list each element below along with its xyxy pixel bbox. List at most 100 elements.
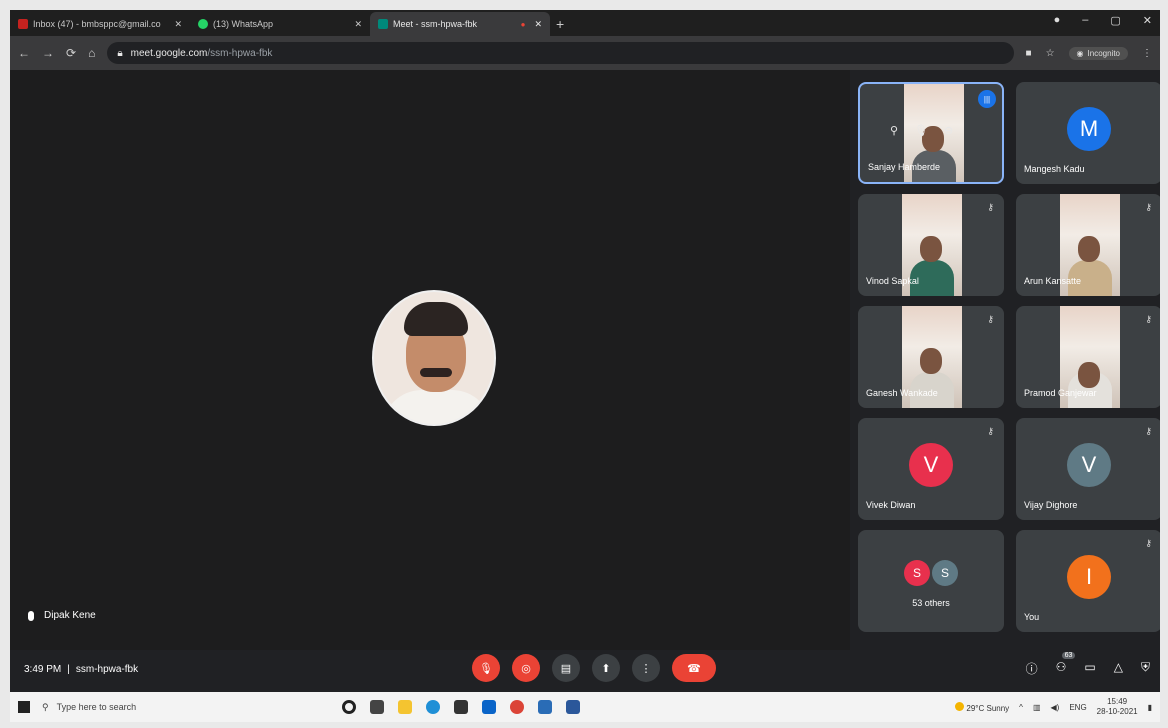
participant-name: Sanjay Hamberde: [868, 162, 941, 172]
present-button[interactable]: ⬆: [592, 654, 620, 682]
participant-tile[interactable]: M Mangesh Kadu: [1016, 82, 1160, 184]
others-tile[interactable]: S S 53 others: [858, 530, 1004, 632]
participant-name: You: [1024, 612, 1040, 622]
meeting-info: 3:49 PM | ssm-hpwa-fbk: [24, 664, 138, 675]
participant-tile[interactable]: ⚷ Vinod Sapkal: [858, 194, 1004, 296]
back-button[interactable]: ←: [18, 46, 30, 60]
url-input[interactable]: 🔒︎ meet.google.com/ssm-hpwa-fbk: [107, 42, 1014, 64]
call-controls: 🎙︎ ◎ ▤ ⬆ ⋮ ☎: [472, 654, 716, 682]
mute-icon[interactable]: 🎙︎: [914, 124, 928, 137]
home-button[interactable]: ⌂: [88, 46, 95, 60]
mic-toggle-button[interactable]: 🎙︎: [472, 654, 500, 682]
tray-chevron-icon[interactable]: ^: [1019, 703, 1023, 712]
maximize-button[interactable]: ▢: [1110, 14, 1120, 27]
meeting-code: ssm-hpwa-fbk: [75, 664, 139, 675]
main-speaker-stage: [10, 70, 850, 650]
volume-icon[interactable]: ◀): [1051, 703, 1060, 712]
chrome-icon[interactable]: [510, 700, 524, 714]
others-avatars: S S: [903, 560, 959, 586]
mail-icon[interactable]: [482, 700, 496, 714]
info-icon[interactable]: ⓘ: [1026, 660, 1038, 677]
participant-avatar: S: [904, 560, 930, 586]
new-tab-button[interactable]: +: [556, 16, 564, 36]
store-icon[interactable]: [454, 700, 468, 714]
close-icon[interactable]: ✕: [534, 19, 542, 30]
file-explorer-icon[interactable]: [398, 700, 412, 714]
participant-name: Vivek Diwan: [866, 500, 916, 510]
forward-button[interactable]: →: [42, 46, 54, 60]
meeting-time: 3:49 PM: [24, 664, 62, 675]
participant-tile[interactable]: ⚷ Ganesh Wankade: [858, 306, 1004, 408]
url-path: /ssm-hpwa-fbk: [207, 47, 273, 59]
chat-icon[interactable]: ▭: [1084, 660, 1095, 677]
camera-toggle-button[interactable]: ◎: [512, 654, 540, 682]
participant-tile[interactable]: V ⚷ Vijay Dighore: [1016, 418, 1160, 520]
notifications-icon[interactable]: ▮: [1148, 703, 1152, 712]
edge-icon[interactable]: [426, 700, 440, 714]
taskbar-search[interactable]: ⚲ Type here to search: [42, 696, 232, 718]
participant-name: Mangesh Kadu: [1024, 164, 1085, 174]
participant-tile[interactable]: ⚲ 🎙︎ ⊖ ||| Sanjay Hamberde: [858, 82, 1004, 184]
menu-icon[interactable]: ⋮: [1142, 48, 1152, 59]
mic-off-icon: ⚷: [1145, 538, 1152, 548]
host-controls-icon[interactable]: ⛨: [1141, 660, 1150, 677]
task-view-icon[interactable]: [370, 700, 384, 714]
close-icon[interactable]: ✕: [354, 19, 362, 30]
network-icon[interactable]: ▥: [1033, 703, 1041, 712]
tab-whatsapp[interactable]: (13) WhatsApp ✕: [190, 12, 370, 36]
tab-label: Meet - ssm-hpwa-fbk: [393, 19, 478, 29]
tab-label: (13) WhatsApp: [213, 19, 274, 29]
close-icon[interactable]: ✕: [174, 19, 182, 30]
activities-icon[interactable]: △: [1114, 660, 1123, 677]
star-icon[interactable]: ☆: [1046, 48, 1055, 59]
clock-time: 15:49: [1107, 697, 1128, 706]
taskbar-clock[interactable]: 15:49 28-10-2021: [1097, 697, 1138, 717]
more-options-button[interactable]: ⋮: [632, 654, 660, 682]
camera-icon[interactable]: ■: [1026, 48, 1032, 59]
participant-name: Arun Kansatte: [1024, 276, 1082, 286]
browser-tools: ■ ☆ ◉ Incognito ⋮: [1026, 46, 1152, 60]
participant-avatar: S: [932, 560, 958, 586]
photos-icon[interactable]: [538, 700, 552, 714]
separator: |: [67, 664, 70, 675]
lock-icon: 🔒︎: [117, 47, 123, 59]
participant-avatar: M: [1067, 106, 1111, 151]
windows-start-icon[interactable]: [18, 701, 30, 713]
self-tile[interactable]: I ⚷ You: [1016, 530, 1160, 632]
word-icon[interactable]: [566, 700, 580, 714]
cortana-icon[interactable]: [342, 700, 356, 714]
search-icon: ⚲: [42, 701, 49, 712]
url-host: meet.google.com: [130, 47, 208, 59]
tab-meet[interactable]: Meet - ssm-hpwa-fbk ● ✕: [370, 12, 550, 36]
system-tray: 29°C Sunny ^ ▥ ◀) ENG 15:49 28-10-2021 ▮: [955, 697, 1160, 717]
speaker-name-label: Dipak Kene: [28, 610, 96, 621]
leave-call-button[interactable]: ☎: [672, 654, 716, 682]
people-button[interactable]: ⚇ 63: [1056, 652, 1076, 677]
mic-off-icon: ⚷: [1145, 314, 1152, 324]
captions-button[interactable]: ▤: [552, 654, 580, 682]
meet-icon: [378, 19, 388, 29]
tab-gmail[interactable]: Inbox (47) - bmbsppc@gmail.co ✕: [10, 12, 190, 36]
sun-icon: [955, 701, 965, 711]
side-controls: ⓘ ⚇ 63 ▭ △ ⛨: [1026, 652, 1150, 677]
others-count: 53 others: [912, 598, 950, 608]
participant-tile[interactable]: ⚷ Pramod Ganjewar: [1016, 306, 1160, 408]
incognito-dot-icon: ●: [1053, 14, 1061, 26]
remove-icon[interactable]: ⊖: [944, 124, 953, 137]
pin-icon[interactable]: ⚲: [890, 124, 898, 137]
screen: Inbox (47) - bmbsppc@gmail.co ✕ (13) Wha…: [10, 10, 1160, 722]
close-window-button[interactable]: ✕: [1143, 14, 1152, 27]
weather-widget[interactable]: 29°C Sunny: [955, 701, 1009, 713]
participants-count-badge: 63: [1061, 652, 1076, 659]
clock-date: 28-10-2021: [1096, 707, 1138, 716]
mic-off-icon: ⚷: [987, 426, 994, 436]
participant-tile[interactable]: ⚷ Arun Kansatte: [1016, 194, 1160, 296]
incognito-badge[interactable]: ◉ Incognito: [1068, 46, 1128, 60]
participant-name: Ganesh Wankade: [866, 388, 938, 398]
participant-tile[interactable]: V ⚷ Vivek Diwan: [858, 418, 1004, 520]
browser-tab-strip: Inbox (47) - bmbsppc@gmail.co ✕ (13) Wha…: [10, 10, 1160, 36]
minimize-button[interactable]: –: [1082, 14, 1088, 27]
incognito-icon: ◉: [1076, 48, 1084, 58]
reload-button[interactable]: ⟳: [66, 46, 76, 60]
language-indicator[interactable]: ENG: [1069, 703, 1086, 712]
